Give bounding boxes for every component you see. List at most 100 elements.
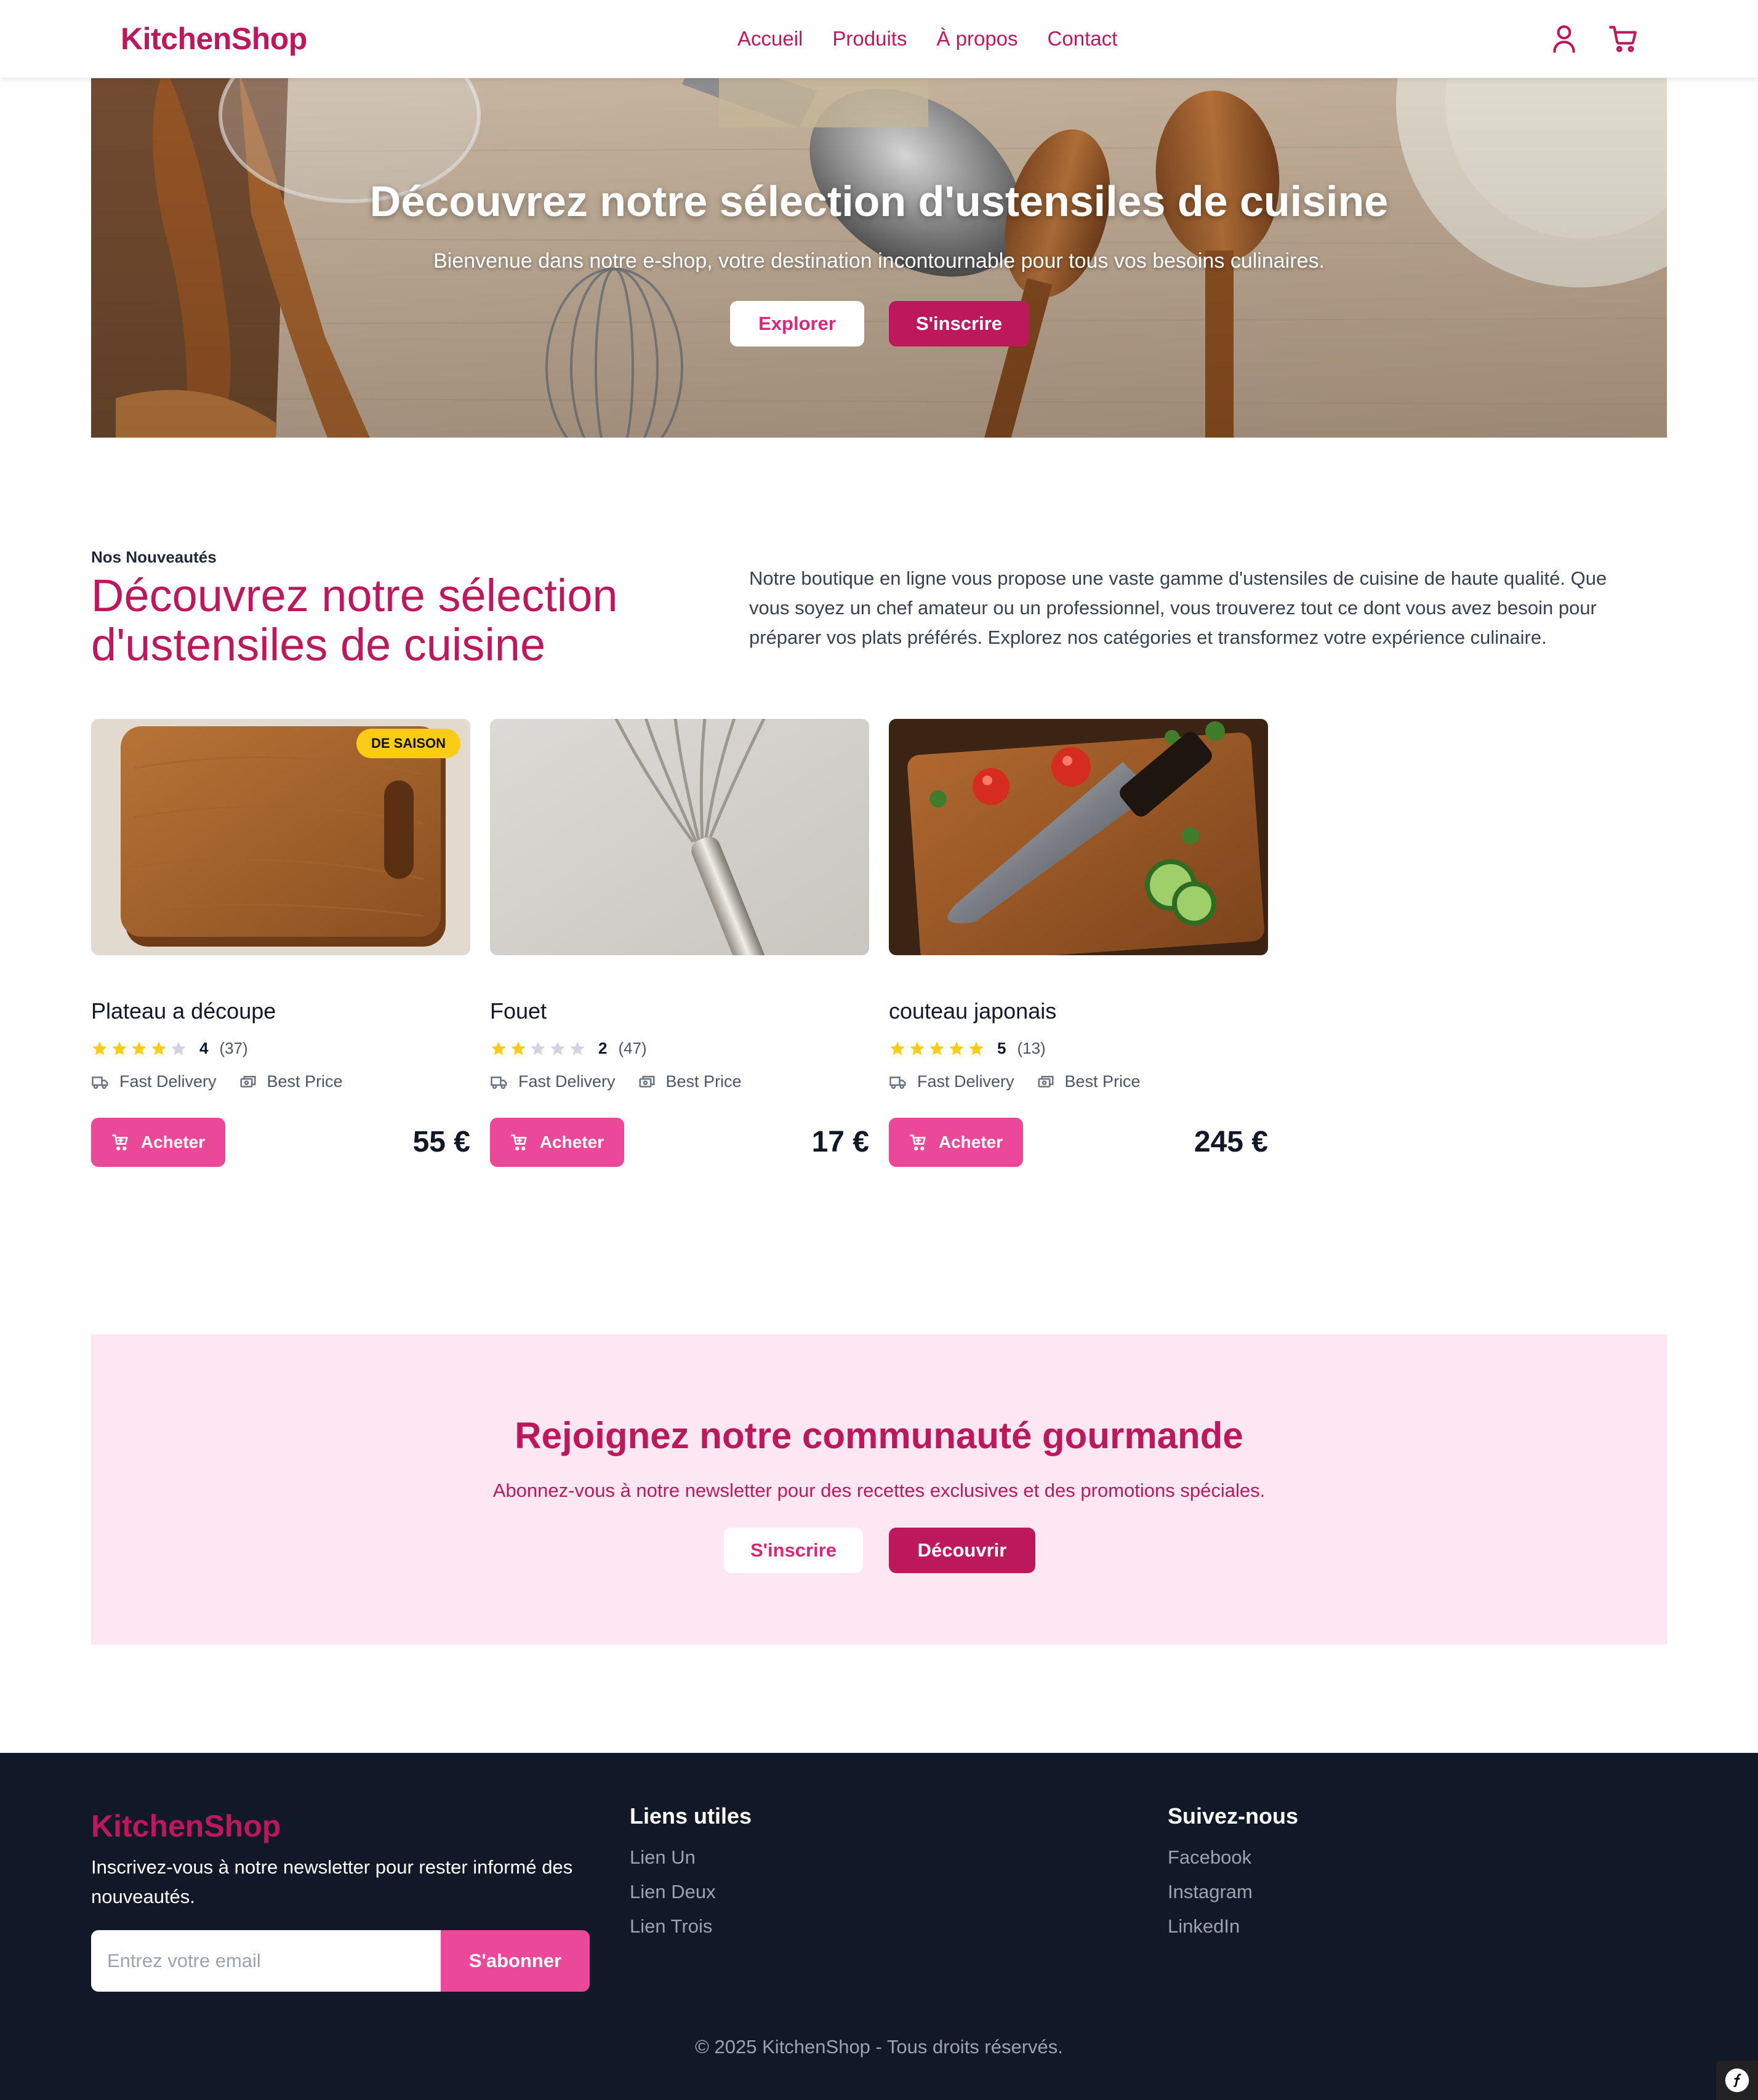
star-icon bbox=[112, 1041, 127, 1055]
feature-label: Best Price bbox=[267, 1072, 343, 1091]
star-icon bbox=[531, 1041, 545, 1055]
product-image[interactable]: DE SAISON bbox=[91, 719, 470, 955]
feature-label: Best Price bbox=[665, 1072, 742, 1091]
product-features: Fast Delivery Best Price bbox=[91, 1072, 365, 1091]
footer-link-un[interactable]: Lien Un bbox=[630, 1846, 696, 1869]
feature-best-price: Best Price bbox=[1037, 1072, 1141, 1091]
product-rating: 5 (13) bbox=[889, 1039, 1046, 1058]
review-count: (13) bbox=[1017, 1039, 1046, 1057]
footer-link-facebook[interactable]: Facebook bbox=[1168, 1846, 1251, 1869]
product-image[interactable] bbox=[490, 719, 869, 955]
star-icon bbox=[132, 1041, 146, 1055]
copyright: © 2025 KitchenShop - Tous droits réservé… bbox=[695, 2036, 1063, 2058]
section-eyebrow: Nos Nouveautés bbox=[91, 548, 217, 566]
hero-banner: Découvrez notre sélection d'ustensiles d… bbox=[91, 78, 1667, 438]
feature-label: Fast Delivery bbox=[917, 1072, 1014, 1091]
price-tag-icon bbox=[639, 1075, 655, 1088]
add-to-cart-icon bbox=[111, 1134, 128, 1151]
star-icon bbox=[491, 1041, 506, 1055]
star-icon bbox=[929, 1041, 944, 1055]
footer-link-instagram[interactable]: Instagram bbox=[1168, 1881, 1253, 1903]
feature-label: Fast Delivery bbox=[119, 1072, 217, 1091]
footer: KitchenShop Inscrivez-vous à notre newsl… bbox=[0, 1753, 1758, 2100]
product-image[interactable] bbox=[889, 719, 1268, 955]
price-tag-icon bbox=[240, 1075, 256, 1088]
product-price: 17 € bbox=[811, 1126, 869, 1158]
community-subtitle: Abonnez-vous à notre newsletter pour des… bbox=[492, 1480, 1266, 1501]
star-icon bbox=[171, 1041, 186, 1055]
product-rating: 4 (37) bbox=[91, 1039, 248, 1058]
truck-icon bbox=[889, 1076, 906, 1089]
star-icon bbox=[511, 1041, 526, 1055]
product-card[interactable]: Fouet 2 (47) Fast Delivery Best Price Ac… bbox=[490, 719, 869, 1174]
product-card[interactable]: DE SAISON Plateau a découpe 4 (37) Fast … bbox=[91, 719, 470, 1174]
email-input[interactable]: Entrez votre email bbox=[91, 1930, 441, 1992]
explore-button[interactable]: Explorer bbox=[730, 301, 864, 347]
footer-logo[interactable]: KitchenShop bbox=[91, 1808, 281, 1844]
discover-button[interactable]: Découvrir bbox=[889, 1528, 1035, 1573]
section-title: Découvrez notre sélection d'ustensiles d… bbox=[91, 570, 618, 670]
add-to-cart-icon bbox=[510, 1134, 527, 1151]
feature-best-price: Best Price bbox=[239, 1072, 343, 1091]
navbar: KitchenShop Accueil Produits À propos Co… bbox=[0, 0, 1758, 78]
user-icon[interactable] bbox=[1549, 23, 1579, 54]
cart-icon[interactable] bbox=[1608, 23, 1639, 54]
product-card[interactable]: couteau japonais 5 (13) Fast Delivery Be… bbox=[889, 719, 1268, 1174]
star-icon bbox=[570, 1041, 585, 1055]
feature-label: Best Price bbox=[1064, 1072, 1141, 1091]
star-icon bbox=[151, 1041, 166, 1055]
rating-score: 2 bbox=[598, 1039, 608, 1057]
site-logo[interactable]: KitchenShop bbox=[121, 21, 307, 57]
product-price: 55 € bbox=[412, 1126, 470, 1158]
star-icon bbox=[92, 1041, 107, 1055]
section-description: Notre boutique en ligne vous propose une… bbox=[749, 567, 1607, 648]
buy-button[interactable]: Acheter bbox=[490, 1118, 624, 1167]
feature-label: Fast Delivery bbox=[518, 1072, 616, 1091]
product-name[interactable]: couteau japonais bbox=[889, 998, 1056, 1024]
product-name[interactable]: Plateau a découpe bbox=[91, 998, 276, 1024]
japanese-knife-image bbox=[889, 719, 1268, 955]
seasonal-badge: DE SAISON bbox=[356, 729, 460, 758]
footer-link-trois[interactable]: Lien Trois bbox=[630, 1915, 712, 1938]
star-icon bbox=[890, 1041, 905, 1055]
footer-link-linkedin[interactable]: LinkedIn bbox=[1168, 1915, 1240, 1938]
buy-button[interactable]: Acheter bbox=[889, 1118, 1023, 1167]
star-icon bbox=[910, 1041, 925, 1055]
rating-stars bbox=[91, 1040, 187, 1057]
footer-newsletter-text: Inscrivez-vous à notre newsletter pour r… bbox=[91, 1856, 573, 1907]
star-icon bbox=[969, 1041, 984, 1055]
product-name[interactable]: Fouet bbox=[490, 998, 547, 1024]
nav-link-accueil[interactable]: Accueil bbox=[737, 27, 803, 50]
buy-label: Acheter bbox=[539, 1132, 604, 1152]
product-rating: 2 (47) bbox=[490, 1039, 647, 1058]
truck-icon bbox=[491, 1076, 507, 1089]
follow-us-title: Suivez-nous bbox=[1168, 1803, 1299, 1829]
buy-label: Acheter bbox=[140, 1132, 206, 1152]
hero-title: Découvrez notre sélection d'ustensiles d… bbox=[369, 177, 1389, 225]
star-icon bbox=[949, 1041, 964, 1055]
product-features: Fast Delivery Best Price bbox=[490, 1072, 764, 1091]
buy-button[interactable]: Acheter bbox=[91, 1118, 225, 1167]
subscribe-button[interactable]: S'abonner bbox=[441, 1930, 590, 1992]
product-features: Fast Delivery Best Price bbox=[889, 1072, 1163, 1091]
nav-link-a-propos[interactable]: À propos bbox=[936, 27, 1017, 50]
main-nav: Accueil Produits À propos Contact bbox=[737, 27, 1117, 50]
community-signup-button[interactable]: S'inscrire bbox=[724, 1528, 863, 1573]
price-tag-icon bbox=[1038, 1075, 1054, 1088]
nav-link-produits[interactable]: Produits bbox=[832, 27, 907, 50]
nav-link-contact[interactable]: Contact bbox=[1048, 27, 1118, 50]
review-count: (37) bbox=[219, 1039, 248, 1057]
debug-toolbar-icon[interactable] bbox=[1716, 2061, 1758, 2100]
footer-link-deux[interactable]: Lien Deux bbox=[630, 1881, 716, 1903]
community-title: Rejoignez notre communauté gourmande bbox=[515, 1415, 1243, 1456]
newsletter-banner: Rejoignez notre communauté gourmande Abo… bbox=[91, 1334, 1667, 1645]
review-count: (47) bbox=[618, 1039, 647, 1057]
feature-fast-delivery: Fast Delivery bbox=[490, 1072, 616, 1091]
hero-signup-button[interactable]: S'inscrire bbox=[889, 301, 1029, 347]
hero-subtitle: Bienvenue dans notre e-shop, votre desti… bbox=[433, 249, 1325, 273]
rating-stars bbox=[490, 1040, 586, 1057]
truck-icon bbox=[92, 1076, 108, 1089]
buy-label: Acheter bbox=[938, 1132, 1003, 1152]
feature-fast-delivery: Fast Delivery bbox=[889, 1072, 1014, 1091]
product-price: 245 € bbox=[1194, 1126, 1268, 1158]
